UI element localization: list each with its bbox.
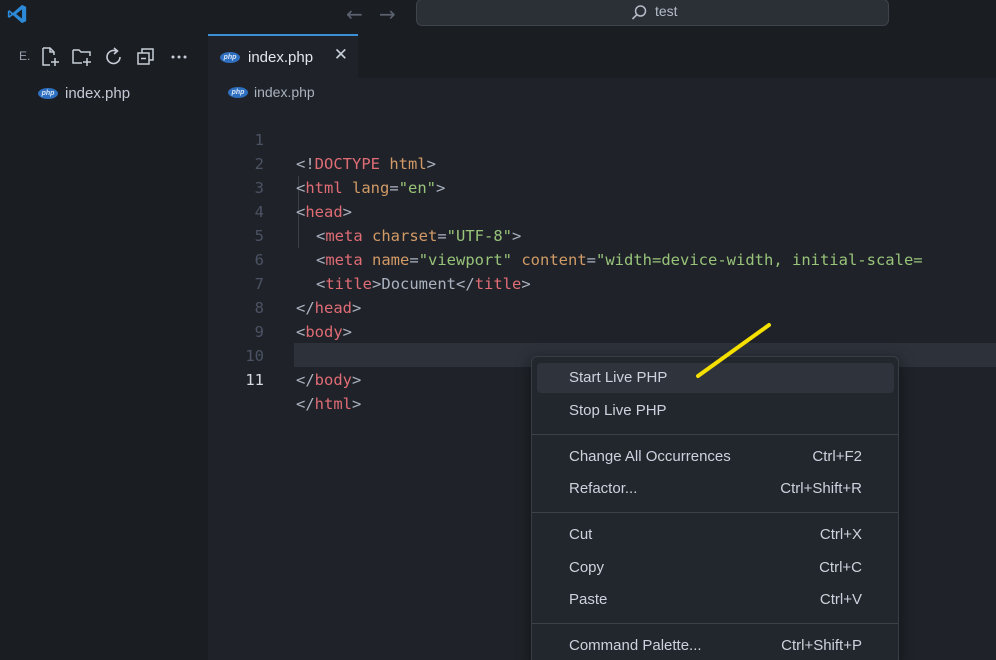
code-line: 3 <head>: [208, 152, 996, 221]
menu-item-label: Copy: [569, 559, 605, 576]
code-line: 8 <body>: [208, 272, 996, 341]
file-tree-item-index-php[interactable]: php index.php: [38, 82, 130, 104]
menu-item-paste[interactable]: Paste Ctrl+V: [537, 585, 894, 615]
code-text: </body>: [296, 371, 362, 389]
code-line: 5 <meta name="viewport" content="width=d…: [208, 200, 996, 269]
menu-item-copy[interactable]: Copy Ctrl+C: [537, 553, 894, 583]
code-line: 1 <!DOCTYPE html>: [208, 104, 996, 173]
refresh-icon[interactable]: [103, 46, 125, 68]
menu-item-shortcut: Ctrl+X: [819, 526, 862, 543]
menu-item-change-all-occurrences[interactable]: Change All Occurrences Ctrl+F2: [537, 442, 894, 472]
php-file-icon: php: [220, 51, 240, 63]
code-text: </html>: [296, 395, 362, 413]
explorer-sidebar: E. php index.php: [0, 34, 208, 660]
menu-item-cut[interactable]: Cut Ctrl+X: [537, 520, 894, 550]
php-file-icon: php: [228, 86, 248, 98]
code-line: 4 <meta charset="UTF-8">: [208, 176, 996, 245]
search-icon: [631, 5, 647, 20]
menu-item-label: Stop Live PHP: [569, 402, 667, 419]
menu-item-command-palette[interactable]: Command Palette... Ctrl+Shift+P: [537, 631, 894, 660]
menu-item-label: Paste: [569, 591, 608, 608]
new-folder-icon[interactable]: [71, 46, 93, 68]
php-file-icon: php: [38, 87, 58, 99]
editor-tab-bar: php index.php ✕: [208, 34, 996, 78]
menu-item-shortcut: Ctrl+Shift+P: [781, 637, 862, 654]
arrow-left-icon[interactable]: ←: [346, 2, 363, 26]
menu-item-label: Command Palette...: [569, 637, 702, 654]
menu-separator: [532, 623, 898, 624]
code-line: 7 </head>: [208, 248, 996, 317]
code-line: 6 <title>Document</title>: [208, 224, 996, 293]
file-tree-item-label: index.php: [65, 84, 131, 102]
breadcrumb[interactable]: php index.php: [228, 82, 315, 102]
collapse-all-icon[interactable]: [135, 46, 157, 68]
menu-item-shortcut: Ctrl+F2: [812, 448, 862, 465]
menu-item-start-live-php[interactable]: Start Live PHP: [537, 363, 894, 393]
new-file-icon[interactable]: [39, 46, 61, 68]
tab-label: index.php: [248, 48, 314, 66]
close-icon[interactable]: ✕: [334, 45, 348, 65]
menu-item-label: Change All Occurrences: [569, 448, 731, 465]
line-number: 11: [245, 371, 264, 389]
explorer-title: E.: [19, 49, 31, 63]
menu-item-stop-live-php[interactable]: Stop Live PHP: [537, 396, 894, 426]
code-line: 9: [208, 296, 996, 341]
vscode-logo-icon: [7, 4, 27, 24]
title-bar: ← → test: [0, 0, 996, 34]
breadcrumb-file: index.php: [254, 84, 315, 100]
menu-item-refactor[interactable]: Refactor... Ctrl+Shift+R: [537, 474, 894, 504]
menu-separator: [532, 512, 898, 513]
menu-item-label: Cut: [569, 526, 593, 543]
more-icon[interactable]: [168, 46, 190, 68]
menu-item-label: Start Live PHP: [569, 369, 668, 386]
arrow-right-icon[interactable]: →: [379, 2, 396, 26]
context-menu: Start Live PHP Stop Live PHP Change All …: [531, 356, 899, 660]
menu-separator: [532, 434, 898, 435]
menu-item-shortcut: Ctrl+V: [819, 591, 862, 608]
menu-item-label: Refactor...: [569, 480, 638, 497]
code-line: 2 <html lang="en">: [208, 128, 996, 197]
command-center-search[interactable]: test: [416, 0, 889, 26]
menu-item-shortcut: Ctrl+C: [819, 559, 862, 576]
code-line: 10 </body>: [208, 320, 996, 389]
search-text: test: [655, 3, 678, 19]
menu-item-shortcut: Ctrl+Shift+R: [780, 480, 862, 497]
tab-index-php[interactable]: php index.php ✕: [208, 34, 358, 78]
